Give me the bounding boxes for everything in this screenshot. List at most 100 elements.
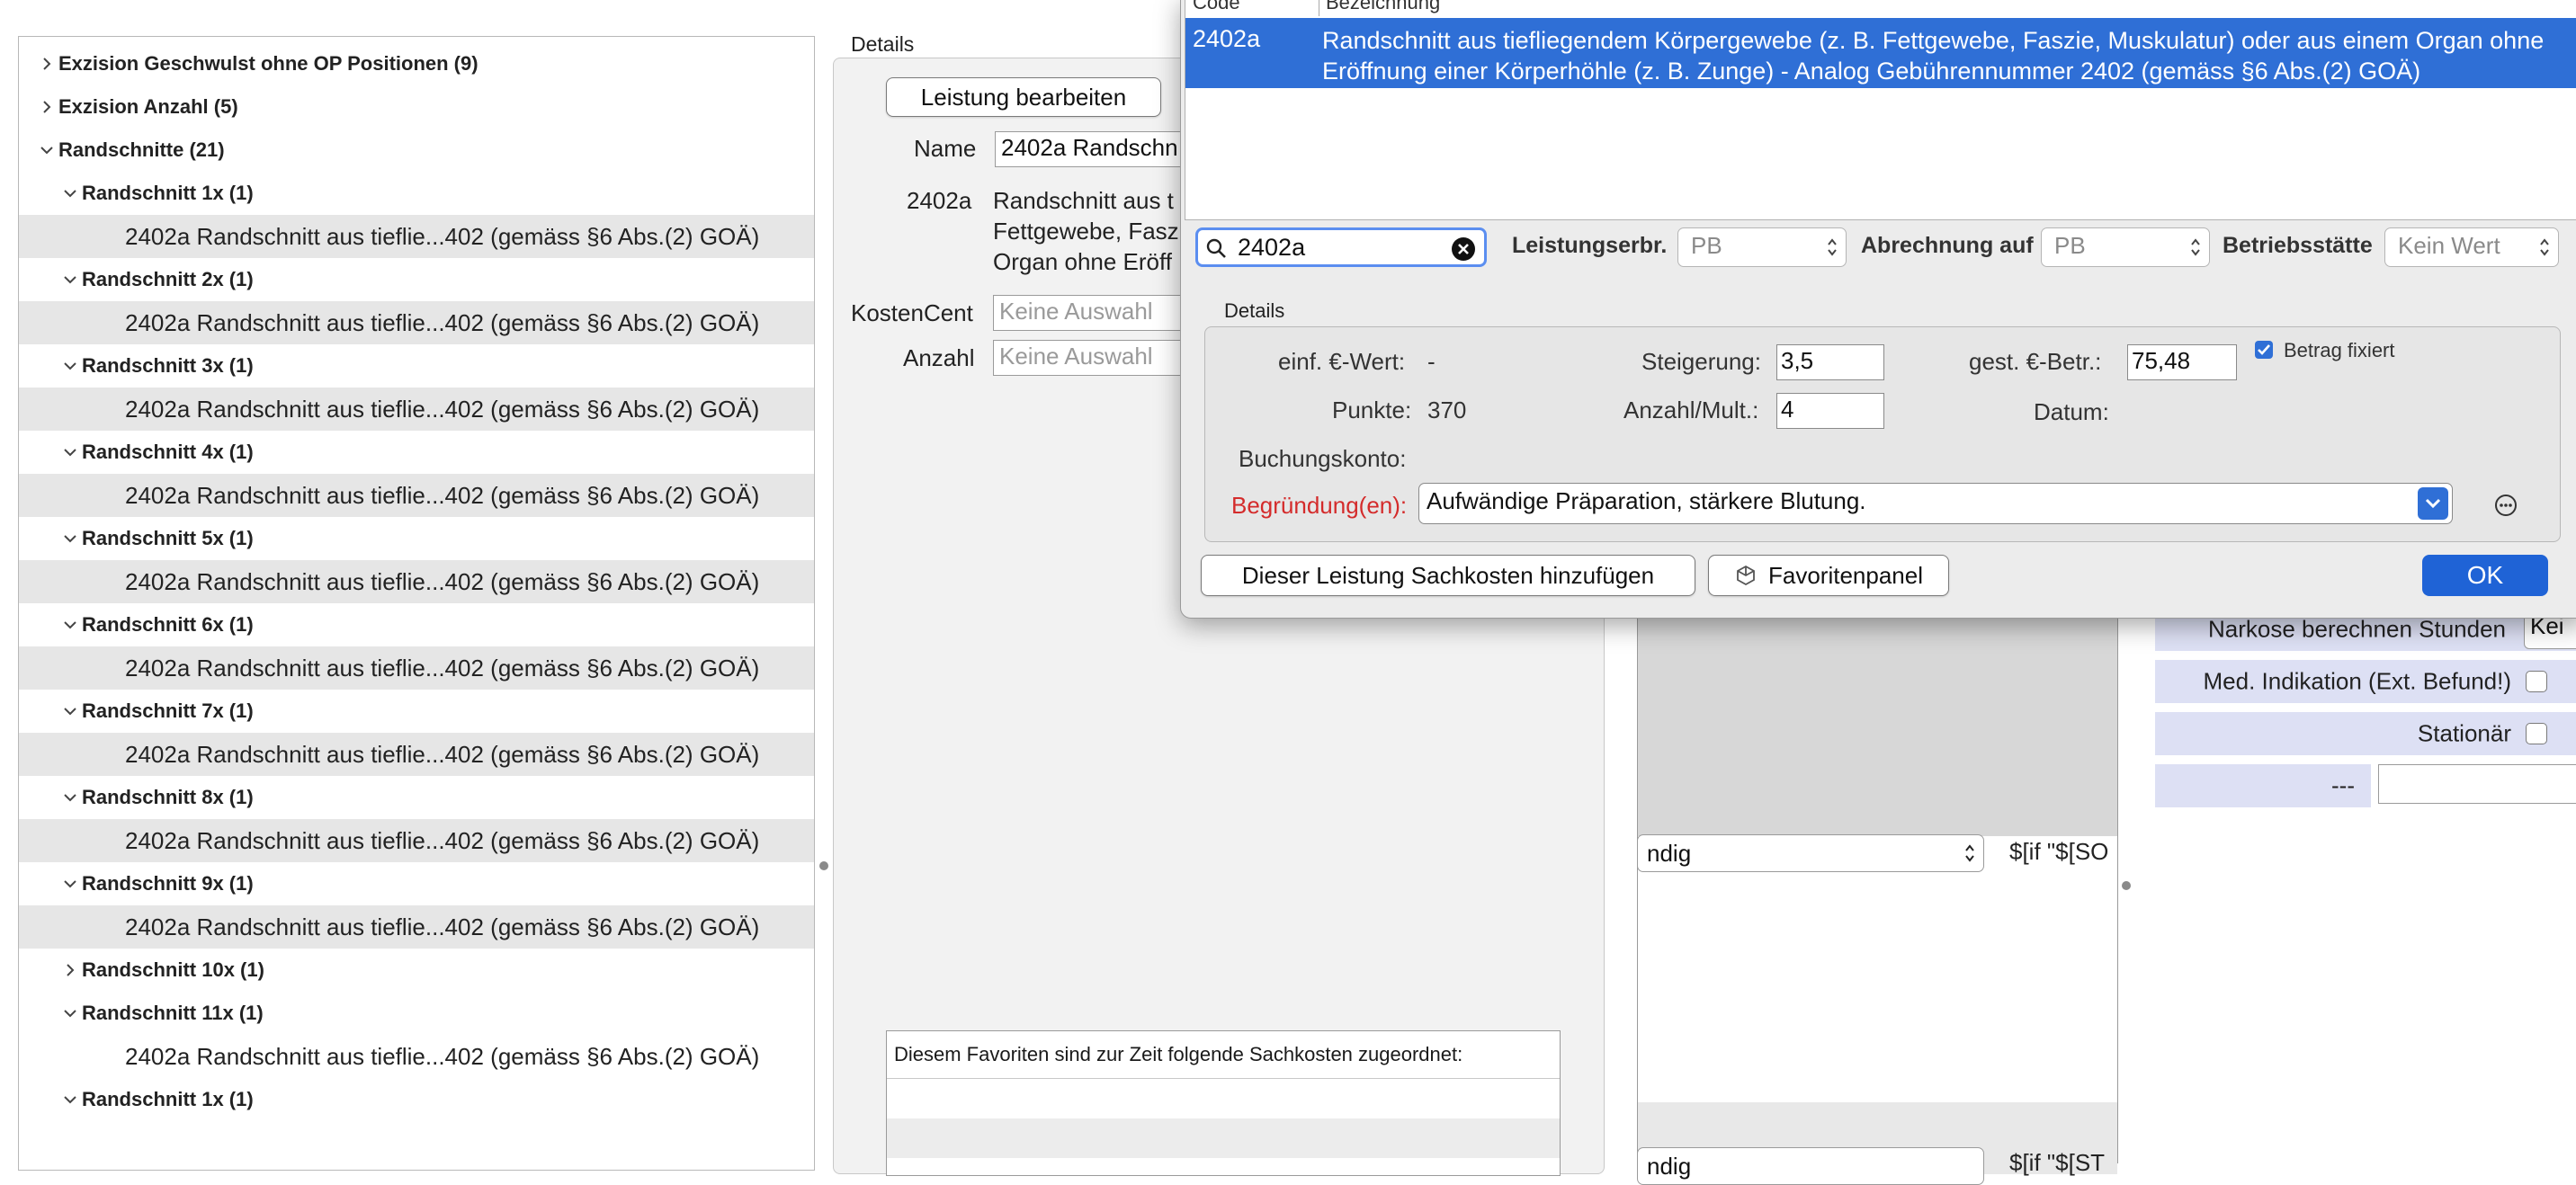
- chevron-down-icon[interactable]: [58, 603, 82, 646]
- tree-item-label: Randschnitt 8x (1): [82, 786, 254, 808]
- tree-group-item[interactable]: Randschnitt 1x (1): [19, 172, 814, 215]
- chevron-down-icon[interactable]: [58, 1078, 82, 1121]
- tree-group-item[interactable]: Exzision Anzahl (5): [19, 85, 814, 129]
- chevron-down-icon[interactable]: [58, 690, 82, 733]
- list-header: Code Bezeichnung: [1185, 0, 2576, 16]
- tree-group-item[interactable]: Randschnitt 1x (1): [19, 1078, 814, 1121]
- chevron-down-icon[interactable]: [58, 172, 82, 215]
- condition-select-value: ndig: [1647, 839, 1692, 867]
- prop-label: Med. Indikation (Ext. Befund!): [2203, 667, 2511, 695]
- tree-leaf-item[interactable]: 2402a Randschnitt aus tieflie...402 (gem…: [19, 819, 814, 862]
- name-field[interactable]: 2402a Randschn: [995, 131, 1184, 167]
- provider-label: Leistungserbr.: [1512, 233, 1668, 258]
- checkmark-icon: [2258, 344, 2270, 355]
- tree-leaf-item[interactable]: 2402a Randschnitt aus tieflie...402 (gem…: [19, 474, 814, 517]
- tree-group-item[interactable]: Randschnitt 6x (1): [19, 603, 814, 646]
- chevron-down-icon[interactable]: [58, 862, 82, 905]
- favorites-panel-button[interactable]: Favoritenpanel: [1708, 555, 1949, 596]
- condition-expression: $[if "$[SO: [2009, 838, 2109, 865]
- gest-betrag-field[interactable]: 75,48: [2127, 344, 2237, 380]
- tree-leaf-item[interactable]: 2402a Randschnitt aus tieflie...402 (gem…: [19, 646, 814, 690]
- chevron-down-icon[interactable]: [58, 344, 82, 388]
- punkte-label: Punkte:: [1332, 396, 1412, 423]
- chevron-right-icon[interactable]: [35, 42, 58, 85]
- search-input[interactable]: 2402a: [1195, 227, 1487, 267]
- condition-select[interactable]: ndig: [1637, 834, 1984, 872]
- column-header-description[interactable]: Bezeichnung: [1326, 0, 1440, 14]
- tree-leaf-item[interactable]: 2402a Randschnitt aus tieflie...402 (gem…: [19, 905, 814, 949]
- tree-item-label: Randschnitt 2x (1): [82, 268, 254, 290]
- result-row-selected[interactable]: 2402a Randschnitt aus tiefliegendem Körp…: [1185, 18, 2576, 88]
- tree-group-item[interactable]: Randschnitt 11x (1): [19, 992, 814, 1035]
- facility-select[interactable]: Kein Wert: [2384, 227, 2559, 267]
- splitter-handle[interactable]: [2122, 881, 2131, 890]
- anzahl-field[interactable]: Keine Auswahl: [993, 340, 1184, 376]
- anzahl-mult-field[interactable]: 4: [1776, 393, 1884, 429]
- service-edit-dialog: Code Bezeichnung 2402a Randschnitt aus t…: [1180, 0, 2576, 619]
- prop-stationaer: Stationär: [2155, 712, 2576, 755]
- material-costs-row[interactable]: [887, 1118, 1560, 1158]
- tree-group-item[interactable]: Randschnitt 10x (1): [19, 949, 814, 992]
- dialog-details-title: Details: [1224, 299, 1285, 322]
- tree-group-item[interactable]: Randschnitt 4x (1): [19, 431, 814, 474]
- chevron-down-icon[interactable]: [35, 129, 58, 172]
- einf-wert-label: einf. €-Wert:: [1278, 348, 1406, 375]
- material-costs-header: Diesem Favoriten sind zur Zeit folgende …: [887, 1031, 1560, 1079]
- cube-icon: [1737, 565, 1755, 586]
- tree-item-label: Randschnitt 7x (1): [82, 699, 254, 722]
- condition-select-2[interactable]: ndig: [1637, 1147, 1984, 1185]
- tree-group-item[interactable]: Randschnitt 9x (1): [19, 862, 814, 905]
- tree-leaf-item[interactable]: 2402a Randschnitt aus tieflie...402 (gem…: [19, 560, 814, 603]
- chevron-right-icon[interactable]: [35, 85, 58, 129]
- provider-select[interactable]: PB: [1677, 227, 1847, 267]
- chevron-right-icon[interactable]: [58, 949, 82, 992]
- tree-leaf-item[interactable]: 2402a Randschnitt aus tieflie...402 (gem…: [19, 1035, 814, 1078]
- select-arrows-icon: [2540, 238, 2549, 256]
- tree-item-label: Randschnitte (21): [58, 138, 225, 161]
- tree-leaf-item[interactable]: 2402a Randschnitt aus tieflie...402 (gem…: [19, 733, 814, 776]
- betrag-fixiert-checkbox[interactable]: [2255, 341, 2273, 359]
- tree-group-item[interactable]: Randschnitt 8x (1): [19, 776, 814, 819]
- tree-group-item[interactable]: Exzision Geschwulst ohne OP Positionen (…: [19, 42, 814, 85]
- billing-select[interactable]: PB: [2041, 227, 2210, 267]
- tree-item-label: Randschnitt 6x (1): [82, 613, 254, 636]
- more-options-icon[interactable]: [2494, 494, 2518, 517]
- tree-item-label: Randschnitt 11x (1): [82, 1002, 264, 1024]
- tree-group-item[interactable]: Randschnitt 7x (1): [19, 690, 814, 733]
- tree-group-item[interactable]: Randschnitt 3x (1): [19, 344, 814, 388]
- steigerung-field[interactable]: 3,5: [1776, 344, 1884, 380]
- edit-service-button[interactable]: Leistung bearbeiten: [886, 77, 1161, 117]
- prop-extra-field[interactable]: [2378, 764, 2576, 804]
- kostencent-field[interactable]: Keine Auswahl: [993, 295, 1184, 331]
- material-costs-row[interactable]: [887, 1079, 1560, 1118]
- ok-button[interactable]: OK: [2422, 555, 2548, 596]
- punkte-value: 370: [1427, 396, 1467, 423]
- add-material-costs-button[interactable]: Dieser Leistung Sachkosten hinzufügen: [1201, 555, 1695, 596]
- facility-select-value: Kein Wert: [2398, 232, 2500, 259]
- einf-wert-value: -: [1427, 348, 1436, 375]
- gest-betrag-label: gest. €-Betr.:: [1969, 348, 2102, 375]
- search-icon: [1206, 238, 1226, 258]
- med-indikation-checkbox[interactable]: [2526, 671, 2547, 692]
- chevron-down-icon[interactable]: [58, 992, 82, 1035]
- chevron-down-icon[interactable]: [2418, 487, 2448, 520]
- tree-group-item[interactable]: Randschnitt 5x (1): [19, 517, 814, 560]
- chevron-down-icon[interactable]: [58, 517, 82, 560]
- tree-group-item[interactable]: Randschnitte (21): [19, 129, 814, 172]
- favorites-tree[interactable]: Exzision Geschwulst ohne OP Positionen (…: [18, 36, 815, 1171]
- stationaer-checkbox[interactable]: [2526, 723, 2547, 744]
- chevron-down-icon[interactable]: [58, 431, 82, 474]
- clear-search-icon[interactable]: [1452, 237, 1475, 261]
- tree-leaf-item[interactable]: 2402a Randschnitt aus tieflie...402 (gem…: [19, 215, 814, 258]
- billing-select-value: PB: [2054, 232, 2086, 259]
- chevron-down-icon[interactable]: [58, 776, 82, 819]
- begruendung-select[interactable]: Aufwändige Präparation, stärkere Blutung…: [1418, 483, 2453, 524]
- chevron-down-icon[interactable]: [58, 258, 82, 301]
- column-header-code[interactable]: Code: [1193, 0, 1240, 14]
- splitter-handle[interactable]: [819, 861, 828, 870]
- service-results-list[interactable]: Code Bezeichnung 2402a Randschnitt aus t…: [1185, 0, 2576, 220]
- tree-leaf-item[interactable]: 2402a Randschnitt aus tieflie...402 (gem…: [19, 301, 814, 344]
- select-arrows-icon: [2191, 238, 2200, 256]
- tree-group-item[interactable]: Randschnitt 2x (1): [19, 258, 814, 301]
- tree-leaf-item[interactable]: 2402a Randschnitt aus tieflie...402 (gem…: [19, 388, 814, 431]
